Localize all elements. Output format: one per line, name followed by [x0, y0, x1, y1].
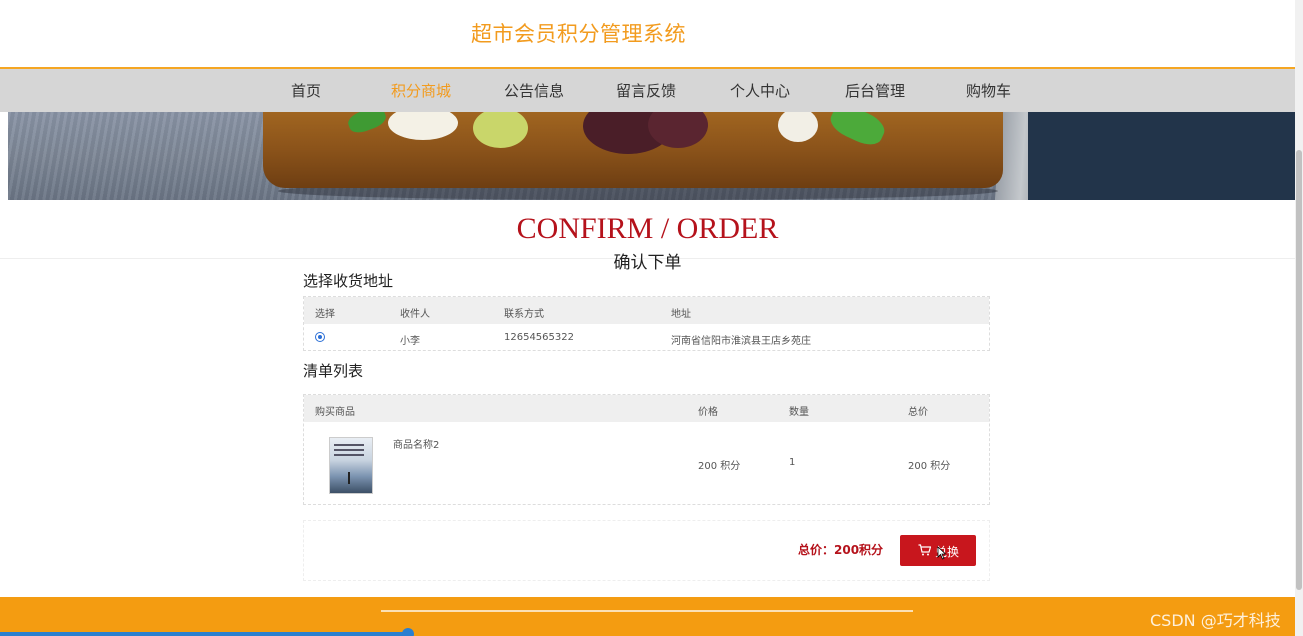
column-header-price: 价格	[698, 407, 718, 418]
footer-divider	[381, 610, 913, 612]
nav-item-home[interactable]: 首页	[291, 80, 321, 101]
nav-item-announcements[interactable]: 公告信息	[504, 80, 564, 101]
product-quantity: 1	[789, 457, 796, 468]
nav-item-points-mall[interactable]: 积分商城	[391, 80, 451, 101]
address-table: 选择 收件人 联系方式 地址 小李 12654565322 河南省信阳市淮滨县王…	[303, 296, 990, 351]
nav-item-admin[interactable]: 后台管理	[845, 80, 905, 101]
column-header-product: 购买商品	[315, 407, 355, 418]
progress-track	[0, 632, 408, 636]
column-header-select: 选择	[315, 309, 335, 320]
header: 超市会员积分管理系统	[0, 0, 1295, 67]
order-table-header: 购买商品 价格 数量 总价	[304, 395, 989, 422]
progress-knob[interactable]	[402, 628, 414, 636]
cart-icon	[918, 544, 931, 556]
nav-item-feedback[interactable]: 留言反馈	[616, 80, 676, 101]
table-row: 商品名称2 200 积分 1 200 积分	[304, 422, 989, 505]
product-image	[329, 437, 373, 494]
page-title-en: CONFIRM / ORDER	[516, 212, 779, 245]
table-row: 小李 12654565322 河南省信阳市淮滨县王店乡苑庄	[304, 324, 989, 350]
order-table: 购买商品 价格 数量 总价 商品名称2 200 积分 1 200 积分	[303, 394, 990, 505]
banner-image	[8, 112, 1295, 200]
column-header-quantity: 数量	[789, 407, 809, 418]
scrollbar-thumb[interactable]	[1296, 150, 1302, 590]
page: 超市会员积分管理系统 首页 积分商城 公告信息 留言反馈 个人中心 后台管理 购…	[0, 0, 1303, 636]
site-title: 超市会员积分管理系统	[471, 22, 686, 46]
mouse-cursor-icon	[937, 546, 947, 560]
order-summary: 总价：200积分 兑换	[303, 520, 990, 581]
footer	[0, 597, 1295, 636]
scrollbar[interactable]	[1295, 0, 1303, 636]
column-header-total: 总价	[908, 407, 928, 418]
address-cell: 河南省信阳市淮滨县王店乡苑庄	[671, 336, 811, 347]
nav-item-profile[interactable]: 个人中心	[730, 80, 790, 101]
watermark: CSDN @巧才科技	[1150, 611, 1281, 630]
product-price: 200 积分	[698, 461, 741, 472]
product-name[interactable]: 商品名称2	[393, 436, 439, 451]
order-section-title: 清单列表	[303, 362, 364, 380]
product-total: 200 积分	[908, 461, 951, 472]
recipient-cell: 小李	[400, 336, 420, 347]
address-radio[interactable]	[315, 332, 325, 342]
column-header-address: 地址	[671, 309, 691, 320]
main-nav: 首页 积分商城 公告信息 留言反馈 个人中心 后台管理 购物车	[0, 67, 1295, 112]
address-section-title: 选择收货地址	[303, 272, 394, 290]
column-header-recipient: 收件人	[400, 309, 430, 320]
nav-item-cart[interactable]: 购物车	[966, 80, 1011, 101]
redeem-button[interactable]: 兑换	[900, 535, 976, 566]
phone-cell: 12654565322	[504, 332, 574, 343]
total-price: 总价：200积分	[798, 543, 884, 557]
page-title-cn: 确认下单	[613, 253, 682, 273]
column-header-contact: 联系方式	[504, 309, 544, 320]
address-table-header: 选择 收件人 联系方式 地址	[304, 297, 989, 324]
